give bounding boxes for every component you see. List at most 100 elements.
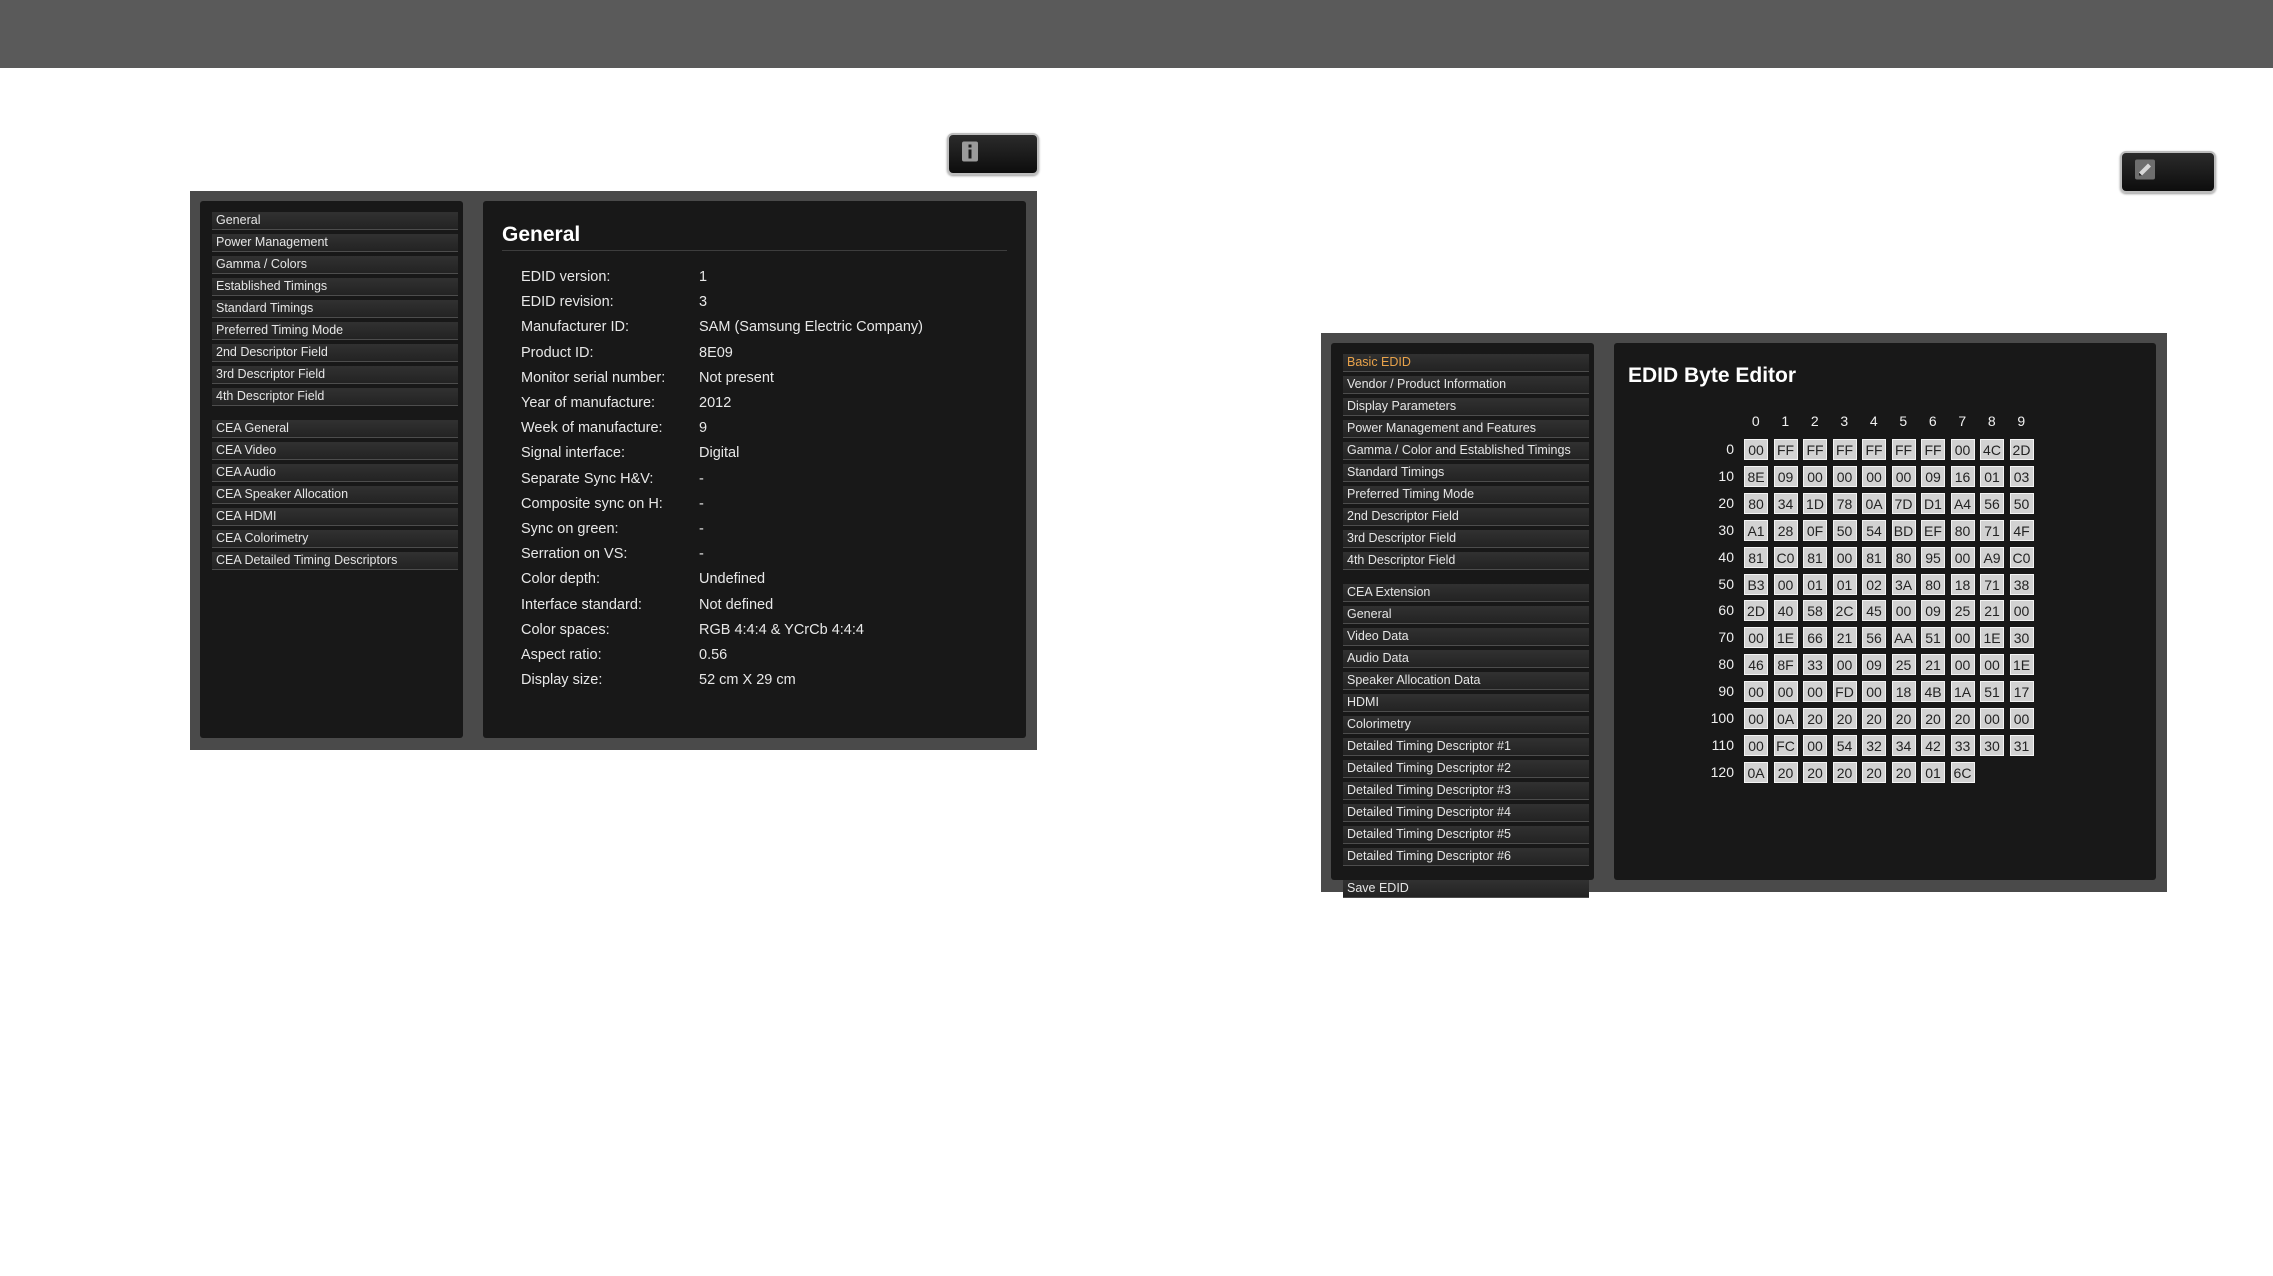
sidebar-item-standard-timings[interactable]: Standard Timings (1343, 464, 1589, 482)
hex-byte-cell[interactable]: FD (1832, 681, 1857, 703)
hex-byte-cell[interactable]: 66 (1803, 627, 1827, 649)
hex-byte-cell[interactable]: 20 (1803, 761, 1827, 783)
hex-byte-cell[interactable]: 21 (1921, 654, 1945, 676)
hex-byte-cell[interactable]: 7D (1891, 492, 1916, 514)
hex-byte-cell[interactable]: 1E (2009, 654, 2034, 676)
hex-byte-cell[interactable]: 38 (2009, 573, 2034, 595)
sidebar-item-save-edid[interactable]: Save EDID (1343, 880, 1589, 898)
hex-byte-cell[interactable]: 34 (1773, 492, 1798, 514)
sidebar-item-detailed-timing-descriptor-2[interactable]: Detailed Timing Descriptor #2 (1343, 760, 1589, 778)
hex-byte-cell[interactable]: 00 (1803, 681, 1827, 703)
sidebar-item-detailed-timing-descriptor-4[interactable]: Detailed Timing Descriptor #4 (1343, 804, 1589, 822)
hex-byte-cell[interactable]: 71 (1980, 519, 2004, 541)
hex-byte-cell[interactable]: 51 (1980, 681, 2004, 703)
hex-byte-cell[interactable]: 54 (1862, 519, 1886, 541)
sidebar-item-3rd-descriptor-field[interactable]: 3rd Descriptor Field (1343, 530, 1589, 548)
sidebar-item-2nd-descriptor-field[interactable]: 2nd Descriptor Field (1343, 508, 1589, 526)
hex-byte-cell[interactable]: 58 (1803, 600, 1827, 622)
hex-byte-cell[interactable]: 1E (1773, 627, 1798, 649)
hex-byte-cell[interactable]: 25 (1891, 654, 1916, 676)
hex-byte-cell[interactable]: 00 (1773, 573, 1798, 595)
hex-byte-cell[interactable]: 0A (1773, 708, 1798, 729)
hex-byte-cell[interactable]: 09 (1862, 654, 1886, 676)
hex-byte-cell[interactable]: 8F (1773, 654, 1798, 676)
hex-byte-cell[interactable]: 16 (1950, 465, 1975, 487)
hex-byte-cell[interactable]: 20 (1832, 761, 1857, 783)
sidebar-item-gamma-colors[interactable]: Gamma / Colors (212, 256, 458, 274)
hex-byte-cell[interactable]: 18 (1891, 681, 1916, 703)
hex-byte-cell[interactable]: 80 (1744, 492, 1768, 514)
hex-byte-cell[interactable]: 54 (1832, 734, 1857, 756)
hex-byte-cell[interactable]: FC (1773, 734, 1798, 756)
hex-byte-cell[interactable]: 00 (1950, 546, 1975, 568)
hex-byte-cell[interactable]: 4F (2009, 519, 2034, 541)
sidebar-item-cea-audio[interactable]: CEA Audio (212, 464, 458, 482)
hex-byte-cell[interactable]: 00 (1862, 681, 1886, 703)
hex-byte-cell[interactable]: 00 (1980, 654, 2004, 676)
hex-byte-cell[interactable]: 20 (1803, 708, 1827, 729)
hex-byte-cell[interactable]: 31 (2009, 734, 2034, 756)
hex-byte-cell[interactable]: 4B (1921, 681, 1945, 703)
hex-byte-cell[interactable]: 09 (1773, 465, 1798, 487)
hex-byte-cell[interactable]: 81 (1862, 546, 1886, 568)
hex-byte-cell[interactable]: D1 (1921, 492, 1945, 514)
hex-byte-cell[interactable]: 80 (1891, 546, 1916, 568)
sidebar-item-cea-general[interactable]: CEA General (212, 420, 458, 438)
hex-byte-cell[interactable]: 0A (1862, 492, 1886, 514)
hex-byte-cell[interactable]: C0 (1773, 546, 1798, 568)
hex-byte-cell[interactable]: EF (1921, 519, 1945, 541)
sidebar-item-detailed-timing-descriptor-1[interactable]: Detailed Timing Descriptor #1 (1343, 738, 1589, 756)
hex-byte-cell[interactable]: 78 (1832, 492, 1857, 514)
sidebar-item-colorimetry[interactable]: Colorimetry (1343, 716, 1589, 734)
hex-byte-cell[interactable]: 00 (1803, 465, 1827, 487)
sidebar-item-detailed-timing-descriptor-5[interactable]: Detailed Timing Descriptor #5 (1343, 826, 1589, 844)
hex-byte-cell[interactable]: 00 (1744, 708, 1768, 729)
hex-byte-cell[interactable]: 00 (1832, 654, 1857, 676)
hex-byte-cell[interactable]: 80 (1921, 573, 1945, 595)
hex-byte-cell[interactable]: 42 (1921, 734, 1945, 756)
hex-byte-cell[interactable]: 80 (1950, 519, 1975, 541)
edit-button[interactable] (2120, 151, 2216, 193)
hex-byte-cell[interactable]: 30 (2009, 627, 2034, 649)
hex-byte-cell[interactable]: 00 (1744, 734, 1768, 756)
hex-byte-cell[interactable]: 00 (1891, 600, 1916, 622)
sidebar-item-preferred-timing-mode[interactable]: Preferred Timing Mode (1343, 486, 1589, 504)
hex-byte-cell[interactable]: B3 (1744, 573, 1768, 595)
hex-byte-cell[interactable]: 28 (1773, 519, 1798, 541)
hex-byte-cell[interactable]: 33 (1950, 734, 1975, 756)
hex-byte-cell[interactable]: 00 (1773, 681, 1798, 703)
hex-byte-cell[interactable]: C0 (2009, 546, 2034, 568)
hex-byte-cell[interactable]: 3A (1891, 573, 1916, 595)
sidebar-item-3rd-descriptor-field[interactable]: 3rd Descriptor Field (212, 366, 458, 384)
hex-byte-cell[interactable]: 8E (1744, 465, 1768, 487)
hex-byte-cell[interactable]: 20 (1921, 708, 1945, 729)
sidebar-item-audio-data[interactable]: Audio Data (1343, 650, 1589, 668)
hex-byte-cell[interactable]: 21 (1980, 600, 2004, 622)
hex-byte-cell[interactable]: 20 (1773, 761, 1798, 783)
sidebar-item-cea-extension[interactable]: CEA Extension (1343, 584, 1589, 602)
sidebar-item-gamma-color-and-established-timings[interactable]: Gamma / Color and Established Timings (1343, 442, 1589, 460)
hex-byte-cell[interactable]: 02 (1862, 573, 1886, 595)
hex-byte-cell[interactable]: 20 (1891, 708, 1916, 729)
hex-byte-cell[interactable]: 00 (1832, 546, 1857, 568)
hex-byte-cell[interactable]: 2D (1744, 600, 1768, 622)
hex-byte-cell[interactable]: 01 (1832, 573, 1857, 595)
sidebar-item-cea-video[interactable]: CEA Video (212, 442, 458, 460)
hex-byte-cell[interactable]: 17 (2009, 681, 2034, 703)
hex-byte-cell[interactable]: 09 (1921, 465, 1945, 487)
hex-byte-cell[interactable]: 1D (1803, 492, 1827, 514)
info-button[interactable] (947, 133, 1039, 175)
hex-byte-cell[interactable]: 20 (1891, 761, 1916, 783)
hex-byte-cell[interactable]: 00 (2009, 600, 2034, 622)
sidebar-item-cea-speaker-allocation[interactable]: CEA Speaker Allocation (212, 486, 458, 504)
hex-byte-cell[interactable]: 81 (1744, 546, 1768, 568)
hex-byte-cell[interactable]: 09 (1921, 600, 1945, 622)
hex-byte-cell[interactable]: 0F (1803, 519, 1827, 541)
hex-byte-cell[interactable]: 00 (1950, 627, 1975, 649)
sidebar-item-general[interactable]: General (1343, 606, 1589, 624)
hex-byte-cell[interactable]: 00 (1744, 439, 1768, 460)
hex-byte-cell[interactable]: 56 (1862, 627, 1886, 649)
hex-byte-cell[interactable]: 40 (1773, 600, 1798, 622)
hex-byte-cell[interactable]: BD (1891, 519, 1916, 541)
hex-byte-cell[interactable]: FF (1921, 439, 1945, 460)
